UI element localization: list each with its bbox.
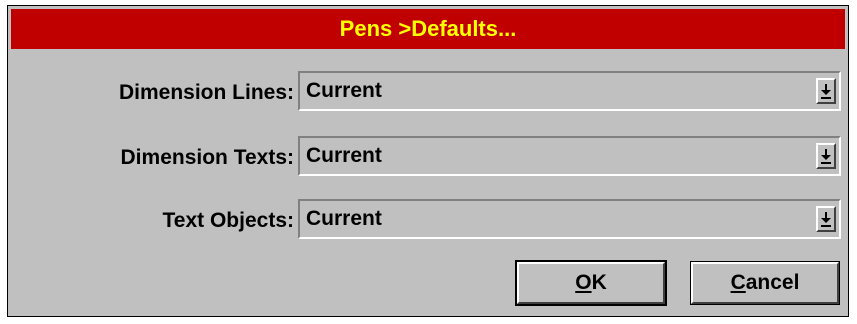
dialog-title: Pens >Defaults...: [339, 16, 517, 41]
cancel-button[interactable]: Cancel: [690, 261, 840, 305]
text-objects-label: Text Objects:: [162, 209, 294, 232]
cancel-button-label: Cancel: [730, 271, 800, 294]
dropdown-arrow-icon: [821, 149, 831, 164]
pens-defaults-dialog: Pens >Defaults... Dimension Lines: Curre…: [7, 5, 849, 317]
dimension-texts-label: Dimension Texts:: [120, 146, 294, 169]
dimension-texts-dropdown-button[interactable]: [816, 143, 836, 169]
dropdown-arrow-icon: [821, 212, 831, 227]
text-objects-dropdown-button[interactable]: [816, 206, 836, 232]
text-objects-combo[interactable]: Current: [298, 199, 841, 239]
dimension-lines-dropdown-button[interactable]: [816, 78, 836, 104]
dimension-texts-combo[interactable]: Current: [298, 136, 841, 176]
dimension-lines-combo[interactable]: Current: [298, 71, 841, 111]
ok-button[interactable]: OK: [515, 260, 667, 306]
dimension-lines-label: Dimension Lines:: [118, 81, 294, 104]
ok-button-label: OK: [575, 271, 607, 294]
dimension-texts-value: Current: [306, 144, 382, 167]
text-objects-value: Current: [306, 207, 382, 230]
dialog-title-bar[interactable]: Pens >Defaults...: [11, 9, 845, 49]
dimension-lines-value: Current: [306, 79, 382, 102]
dropdown-arrow-icon: [821, 84, 831, 99]
